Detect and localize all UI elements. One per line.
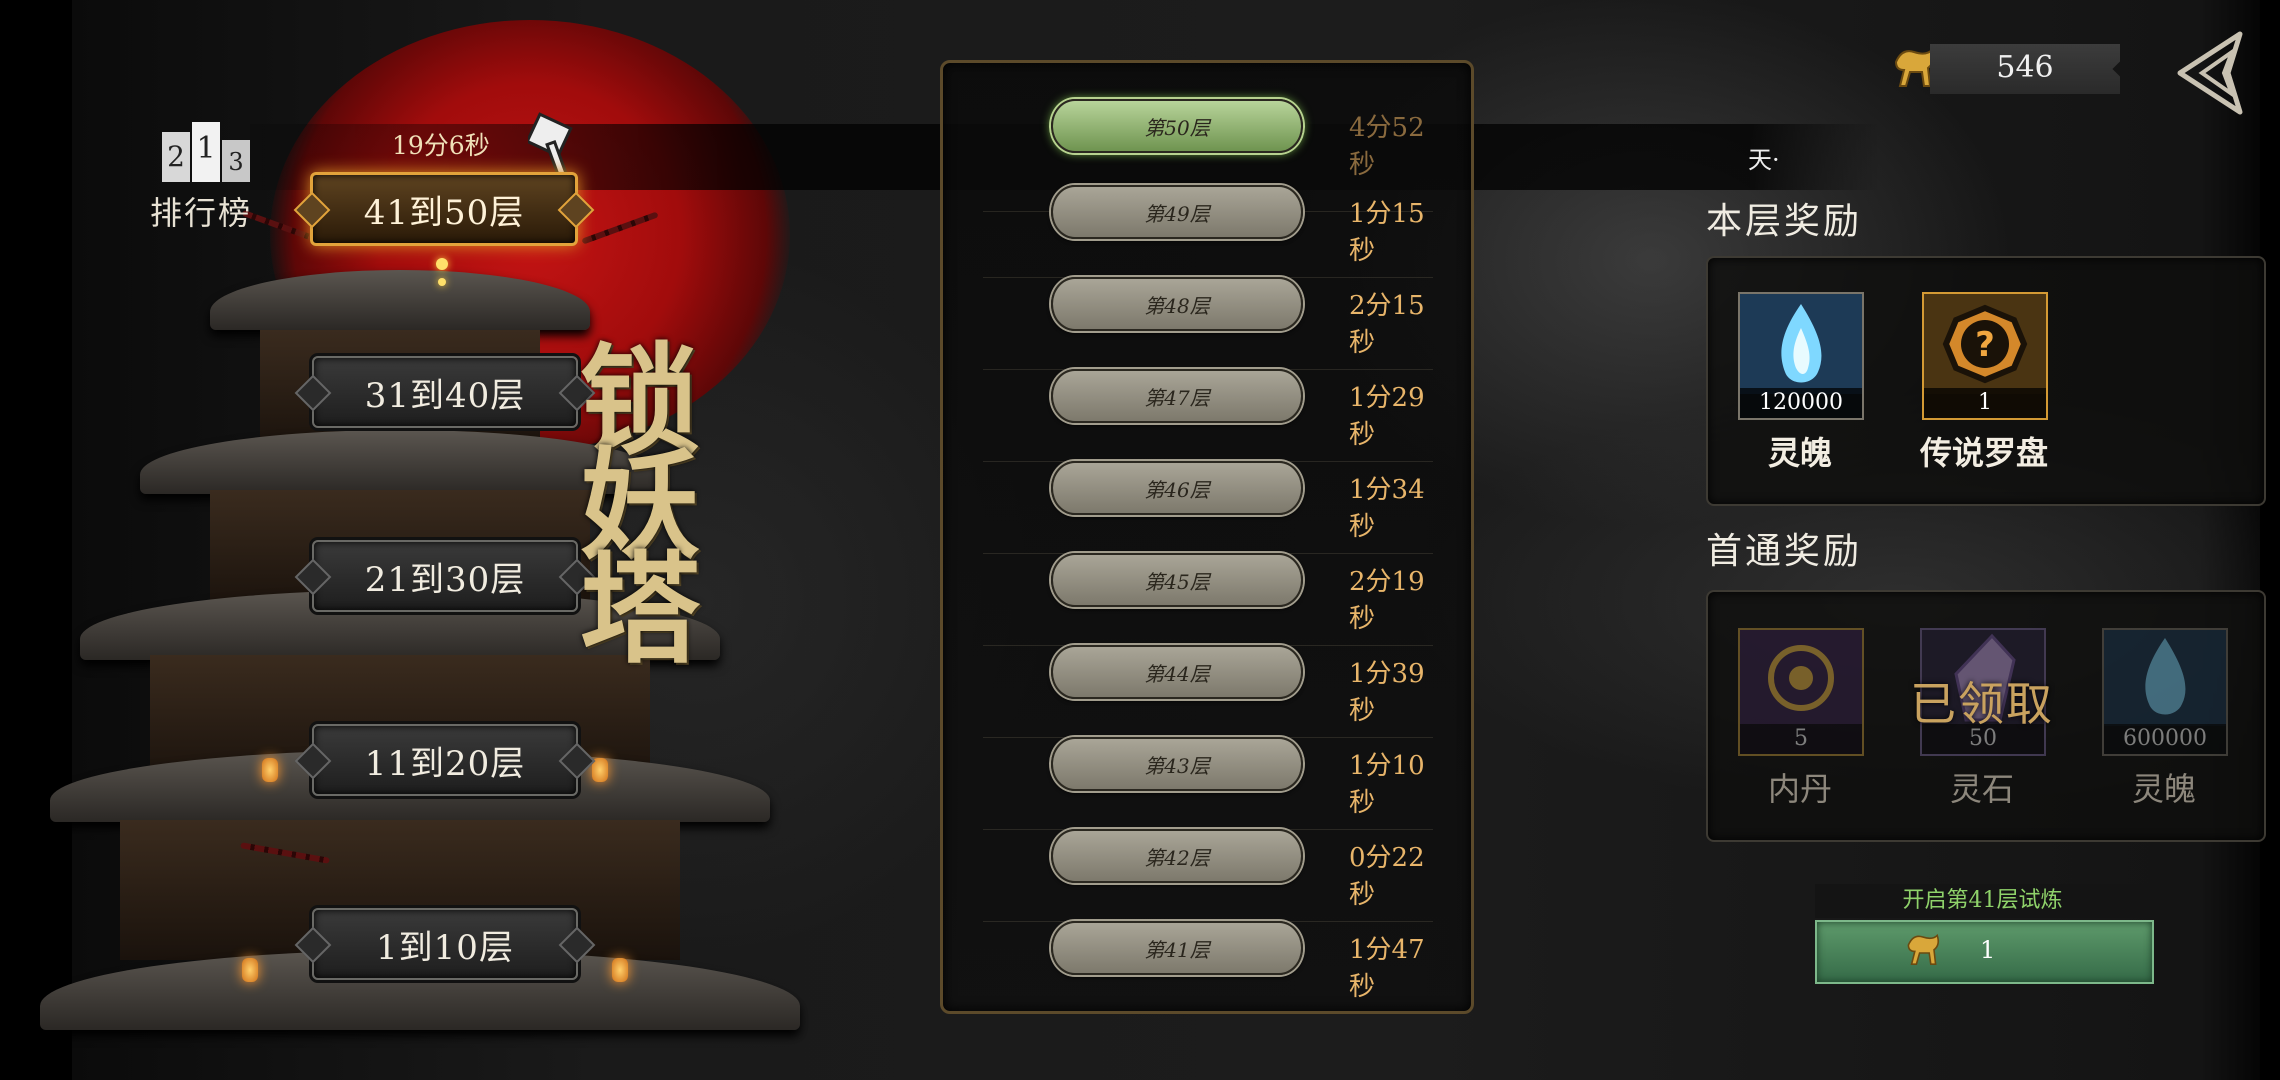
- reward-name: 灵石: [1949, 770, 2014, 808]
- right-letterbox: [2260, 0, 2280, 1080]
- blue-soul-flame-icon: [2104, 630, 2226, 726]
- floor-range-1-10[interactable]: 1到10层: [312, 908, 578, 980]
- floor-row[interactable]: 第42层 0分22秒: [983, 829, 1433, 922]
- back-arrow-icon[interactable]: [2170, 28, 2254, 118]
- floor-label[interactable]: 第44层: [1051, 645, 1303, 699]
- currency-value: 546: [1996, 50, 2054, 85]
- floor-label[interactable]: 第42层: [1051, 829, 1303, 883]
- first-clear-rewards-title: 首通奖励: [1706, 531, 1863, 572]
- floor-label[interactable]: 第46层: [1051, 461, 1303, 515]
- floor-row[interactable]: 第48层 2分15秒: [983, 277, 1433, 370]
- floor-row[interactable]: 第49层 1分15秒: [983, 185, 1433, 278]
- clear-time: 1分34秒: [1349, 475, 1425, 542]
- podium-digit-2: 2: [167, 140, 185, 173]
- floor-row[interactable]: 第44层 1分39秒: [983, 645, 1433, 738]
- clear-time: 2分15秒: [1349, 291, 1425, 358]
- floor-label[interactable]: 第48层: [1051, 277, 1303, 331]
- trial-cost: 1: [1980, 936, 1996, 964]
- floor-row[interactable]: 第47层 1分29秒: [983, 369, 1433, 462]
- reward-count: 120000: [1740, 388, 1862, 418]
- golden-orb-icon: [1740, 630, 1862, 726]
- question-mark-compass-icon: ?: [1924, 294, 2046, 394]
- floor-range-41-50[interactable]: 41到50层: [310, 172, 578, 246]
- floor-range-31-40[interactable]: 31到40层: [312, 356, 578, 428]
- clear-time: 1分47秒: [1349, 935, 1425, 1002]
- floor-label[interactable]: 第47层: [1051, 369, 1303, 423]
- title-char: 塔: [580, 539, 700, 680]
- reward-count: 600000: [2104, 724, 2226, 754]
- clear-time: 1分29秒: [1349, 383, 1425, 450]
- floor-label[interactable]: 第45层: [1051, 553, 1303, 607]
- reward-count: 5: [1740, 724, 1862, 754]
- floor-row[interactable]: 第41层 1分47秒: [983, 921, 1433, 1013]
- reward-name: 灵魄: [2131, 770, 2196, 808]
- floor-label[interactable]: 第50层: [1051, 99, 1303, 153]
- countdown-timer: 19分6秒: [392, 131, 490, 160]
- tower-title-calligraphy: 锁 妖 塔: [580, 342, 780, 680]
- floor-row[interactable]: 第43层 1分10秒: [983, 737, 1433, 830]
- podium-digit-1: 1: [196, 131, 215, 166]
- clear-time: 1分10秒: [1349, 751, 1425, 818]
- reward-item[interactable]: 600000: [2102, 628, 2228, 756]
- reward-count: 1: [1924, 388, 2046, 418]
- floor-range-11-20[interactable]: 11到20层: [312, 724, 578, 796]
- clear-time: 1分15秒: [1349, 199, 1425, 266]
- claimed-stamp: 已领取: [1910, 677, 2054, 731]
- floor-label[interactable]: 第43层: [1051, 737, 1303, 791]
- selection-dot-small: [438, 278, 446, 286]
- clear-time: 1分39秒: [1349, 659, 1425, 726]
- floor-row[interactable]: 第46层 1分34秒: [983, 461, 1433, 554]
- clear-time: 4分52秒: [1349, 113, 1425, 180]
- banner-text: 天·: [1748, 146, 1780, 174]
- blue-soul-flame-icon: [1740, 294, 1862, 394]
- leaderboard-label[interactable]: 排行榜: [150, 188, 252, 234]
- clear-time: 0分22秒: [1349, 843, 1425, 910]
- golden-beast-icon: [1907, 933, 1940, 965]
- floor-row[interactable]: 第45层 2分19秒: [983, 553, 1433, 646]
- floor-label[interactable]: 第41层: [1051, 921, 1303, 975]
- reward-item[interactable]: 120000: [1738, 292, 1864, 420]
- game-screen: 天· 2 1 3 排行榜 19分6秒 41到50层 31到40层 21到30层 …: [0, 0, 2280, 1080]
- selection-dot: [436, 258, 448, 270]
- start-trial-label: 开启第41层试炼: [1815, 884, 2150, 918]
- reward-name: 传说罗盘: [1919, 434, 2048, 472]
- reward-name: 内丹: [1767, 770, 1832, 808]
- svg-text:?: ?: [1975, 325, 1995, 365]
- podium-icon[interactable]: 2 1 3: [162, 122, 252, 182]
- reward-name: 灵魄: [1767, 434, 1832, 472]
- floor-list-panel: 第50层 4分52秒 第49层 1分15秒 第48层 2分15秒 第47层 1分…: [940, 60, 1474, 1014]
- floor-label[interactable]: 第49层: [1051, 185, 1303, 239]
- podium-digit-3: 3: [228, 148, 243, 176]
- reward-item[interactable]: 5: [1738, 628, 1864, 756]
- floor-rewards-title: 本层奖励: [1706, 201, 1863, 242]
- floor-range-21-30[interactable]: 21到30层: [312, 540, 578, 612]
- reward-item[interactable]: ? 1: [1922, 292, 2048, 420]
- clear-time: 2分19秒: [1349, 567, 1425, 634]
